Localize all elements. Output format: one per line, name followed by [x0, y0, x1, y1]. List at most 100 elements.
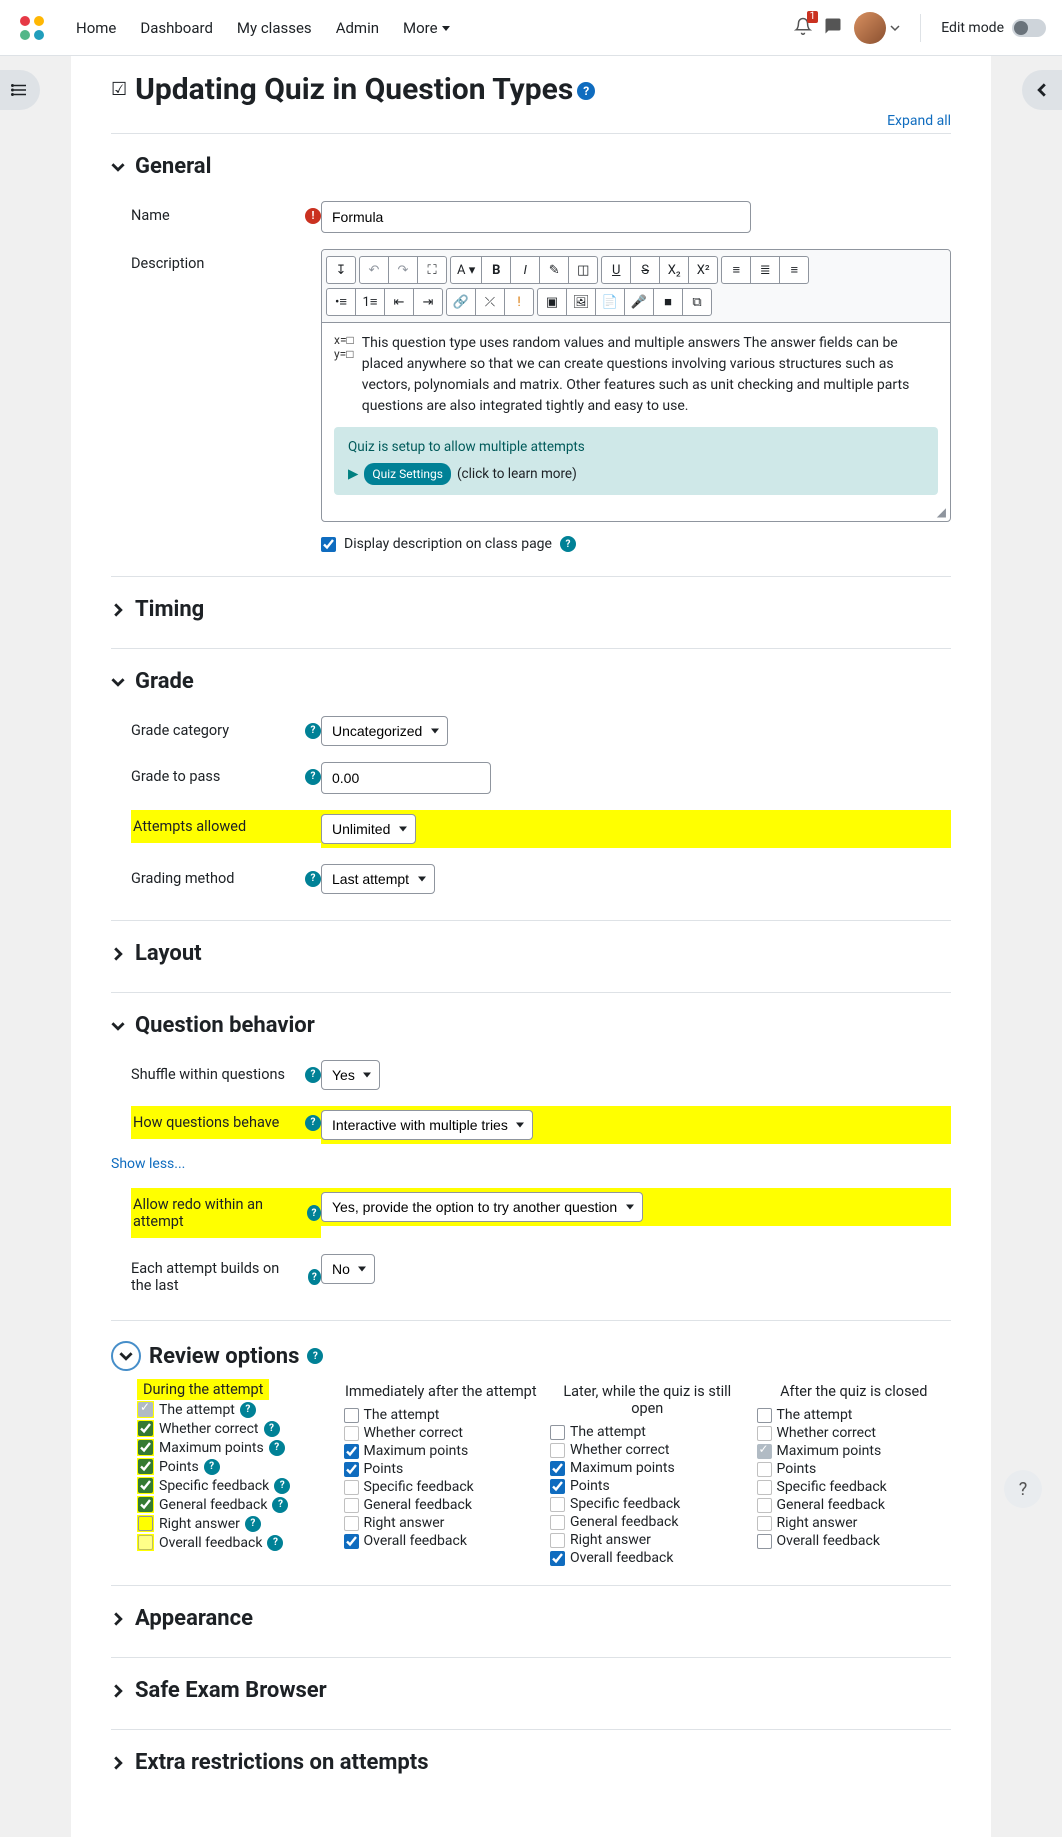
help-icon[interactable]: ? [577, 82, 595, 100]
help-icon[interactable]: ? [264, 1421, 280, 1437]
expand-all-link[interactable]: Expand all [887, 113, 951, 129]
cb-maxpts-later[interactable] [550, 1461, 565, 1476]
video-icon[interactable]: ■ [653, 288, 683, 316]
bold-icon[interactable]: B [481, 256, 511, 284]
warning-icon[interactable]: ! [504, 288, 534, 316]
cb-genfb-during[interactable] [138, 1497, 153, 1512]
grading-method-select[interactable]: Last attempt [321, 864, 435, 894]
underline-icon[interactable]: U [601, 256, 631, 284]
cb-attempt-immed[interactable] [344, 1408, 359, 1423]
attempts-select[interactable]: Unlimited [321, 814, 416, 844]
nav-myclasses[interactable]: My classes [229, 13, 320, 43]
cb-specfb-during[interactable] [138, 1478, 153, 1493]
footer-help-button[interactable]: ? [1004, 1470, 1042, 1508]
help-icon[interactable]: ? [269, 1440, 285, 1456]
help-icon[interactable]: ? [305, 1115, 321, 1131]
shuffle-select[interactable]: Yes [321, 1060, 380, 1090]
bullet-list-icon[interactable]: •≡ [326, 288, 356, 316]
indent-icon[interactable]: ⇥ [413, 288, 443, 316]
behave-select[interactable]: Interactive with multiple tries [321, 1110, 533, 1140]
drawer-left-toggle[interactable] [0, 70, 40, 110]
cb-overall-closed[interactable] [757, 1534, 772, 1549]
redo-icon[interactable]: ↷ [388, 256, 418, 284]
superscript-icon[interactable]: X² [688, 256, 718, 284]
help-icon[interactable]: ? [305, 723, 321, 739]
help-icon[interactable]: ? [204, 1459, 220, 1475]
align-right-icon[interactable]: ≡ [779, 256, 809, 284]
help-icon[interactable]: ? [305, 769, 321, 785]
image-icon[interactable]: 🖼 [566, 288, 596, 316]
cb-pts-during[interactable] [138, 1459, 153, 1474]
section-toggle-timing[interactable]: Timing [111, 589, 951, 630]
nav-more[interactable]: More [395, 13, 458, 43]
cb-maxpts-during[interactable] [138, 1440, 153, 1455]
section-toggle-seb[interactable]: Safe Exam Browser [111, 1670, 951, 1711]
help-icon[interactable]: ? [307, 1205, 321, 1221]
undo-icon[interactable]: ↶ [359, 256, 389, 284]
show-less-link[interactable]: Show less... [111, 1156, 185, 1172]
grade-category-select[interactable]: Uncategorized [321, 716, 448, 746]
nav-dashboard[interactable]: Dashboard [132, 13, 221, 43]
copy-icon[interactable]: ⧉ [682, 288, 712, 316]
strike-icon[interactable]: S [630, 256, 660, 284]
display-desc-checkbox[interactable] [321, 537, 336, 552]
cb-pts-immed[interactable] [344, 1462, 359, 1477]
user-menu[interactable] [854, 12, 900, 44]
help-icon[interactable]: ? [308, 1269, 321, 1285]
media-icon[interactable]: ▣ [537, 288, 567, 316]
subscript-icon[interactable]: X₂ [659, 256, 689, 284]
edit-mode-toggle[interactable]: Edit mode [941, 19, 1046, 37]
help-icon[interactable]: ? [272, 1497, 288, 1513]
cb-overall-later[interactable] [550, 1551, 565, 1566]
highlight-icon[interactable]: ✎ [539, 256, 569, 284]
toolbar-toggle-icon[interactable]: ↧ [326, 256, 356, 284]
number-list-icon[interactable]: 1≡ [355, 288, 385, 316]
help-icon[interactable]: ? [267, 1535, 283, 1551]
notifications-button[interactable]: 1 [794, 17, 812, 39]
section-toggle-review[interactable]: Review options ? [111, 1333, 951, 1379]
cb-attempt-closed[interactable] [757, 1408, 772, 1423]
grade-pass-input[interactable] [321, 762, 491, 794]
help-icon[interactable]: ? [560, 536, 576, 552]
mic-icon[interactable]: 🎤 [624, 288, 654, 316]
quiz-settings-pill[interactable]: Quiz Settings [364, 463, 451, 485]
section-toggle-qbehavior[interactable]: Question behavior [111, 1005, 951, 1046]
link-icon[interactable]: 🔗 [446, 288, 476, 316]
logo[interactable] [16, 12, 48, 44]
unlink-icon[interactable]: ⤫ [475, 288, 505, 316]
redo-select[interactable]: Yes, provide the option to try another q… [321, 1192, 643, 1222]
build-select[interactable]: No [321, 1254, 375, 1284]
font-style-icon[interactable]: A ▾ [450, 256, 482, 284]
nav-admin[interactable]: Admin [328, 13, 387, 43]
section-toggle-appearance[interactable]: Appearance [111, 1598, 951, 1639]
cube-icon[interactable]: ◫ [568, 256, 598, 284]
italic-icon[interactable]: I [510, 256, 540, 284]
editor-body[interactable]: x=□y=□ This question type uses random va… [322, 323, 950, 505]
section-toggle-general[interactable]: General [111, 146, 951, 187]
resize-grip-icon[interactable]: ◢ [322, 505, 950, 521]
cb-attempt-later[interactable] [550, 1425, 565, 1440]
help-icon[interactable]: ? [245, 1516, 261, 1532]
help-icon[interactable]: ? [305, 871, 321, 887]
drawer-right-toggle[interactable] [1022, 70, 1062, 110]
section-toggle-extra[interactable]: Extra restrictions on attempts [111, 1742, 951, 1783]
align-center-icon[interactable]: ≣ [750, 256, 780, 284]
section-toggle-grade[interactable]: Grade [111, 661, 951, 702]
cb-overall-immed[interactable] [344, 1534, 359, 1549]
name-input[interactable] [321, 201, 751, 233]
play-icon[interactable]: ▶ [348, 464, 358, 484]
cb-pts-later[interactable] [550, 1479, 565, 1494]
help-icon[interactable]: ? [240, 1402, 256, 1418]
cb-right-during[interactable] [138, 1516, 153, 1531]
help-icon[interactable]: ? [274, 1478, 290, 1494]
file-icon[interactable]: 📄 [595, 288, 625, 316]
fullscreen-icon[interactable]: ⛶ [417, 256, 447, 284]
messages-button[interactable] [824, 17, 842, 39]
help-icon[interactable]: ? [307, 1348, 323, 1364]
nav-home[interactable]: Home [68, 13, 124, 43]
section-toggle-layout[interactable]: Layout [111, 933, 951, 974]
cb-correct-during[interactable] [138, 1421, 153, 1436]
outdent-icon[interactable]: ⇤ [384, 288, 414, 316]
cb-maxpts-immed[interactable] [344, 1444, 359, 1459]
help-icon[interactable]: ? [305, 1067, 321, 1083]
